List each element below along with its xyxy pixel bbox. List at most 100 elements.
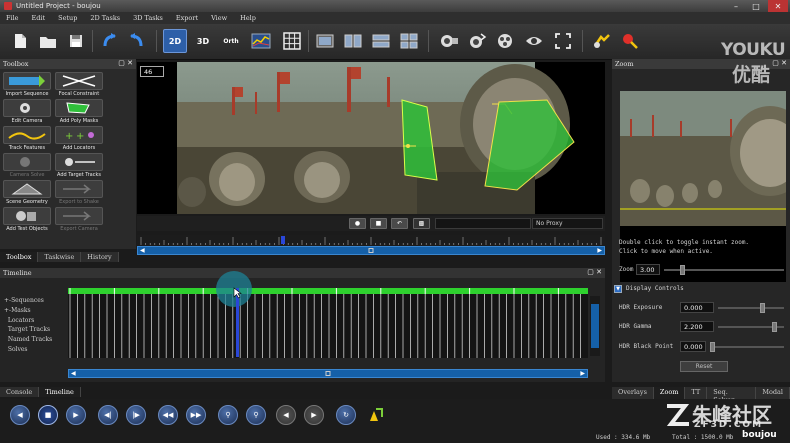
key-back-button[interactable]: ⚲ [218, 405, 238, 425]
camera-tool-1-button[interactable] [437, 29, 461, 53]
prev-disabled-button[interactable]: ◀ [276, 405, 296, 425]
step-back-button[interactable]: ◀| [98, 405, 118, 425]
redo-button[interactable] [124, 29, 148, 53]
menu-2d-tasks[interactable]: 2D Tasks [90, 14, 120, 22]
hdr-black-point-slider[interactable] [710, 346, 784, 348]
key-forward-button[interactable]: ⚲ [246, 405, 266, 425]
view-ortho-button[interactable]: Orth [219, 29, 243, 53]
tab-console[interactable]: Console [0, 387, 40, 397]
tool-focal-constraint[interactable]: Focal Constraint [54, 72, 104, 98]
tool-add-target-tracks[interactable]: Add Target Tracks [54, 153, 104, 179]
layout-single-button[interactable] [313, 29, 337, 53]
step-forward-button[interactable]: |▶ [126, 405, 146, 425]
track-solves[interactable]: Solves [4, 345, 66, 355]
scroll-right-icon[interactable]: ▶ [597, 247, 602, 254]
view-2d-button[interactable]: 2D [163, 29, 187, 53]
timeline-vscroll-thumb[interactable] [591, 304, 599, 348]
go-start-button[interactable]: ◀◀ [158, 405, 178, 425]
scroll-thumb[interactable] [368, 248, 374, 253]
track-locators[interactable]: Locators [4, 316, 66, 326]
menu-export[interactable]: Export [176, 14, 198, 22]
view-3d-button[interactable]: 3D [191, 29, 215, 53]
open-button[interactable] [36, 29, 60, 53]
menu-edit[interactable]: Edit [32, 14, 46, 22]
timeline-close-icon[interactable]: ▢ ✕ [587, 268, 602, 276]
viewer-reload-button[interactable]: ↶ [391, 218, 408, 229]
grid-view-button[interactable] [280, 29, 304, 53]
timeline-scrollbar[interactable]: ◀ ▶ [68, 369, 588, 378]
menu-setup[interactable]: Setup [58, 14, 77, 22]
minimize-button[interactable]: – [726, 0, 746, 12]
layout-stack-button[interactable] [369, 29, 393, 53]
tab-timeline[interactable]: Timeline [39, 387, 81, 397]
tool-add-test-objects[interactable]: Add Test Objects [2, 207, 52, 233]
scroll-left-icon[interactable]: ◀ [140, 247, 145, 254]
hdr-exposure-field[interactable]: 0.000 [680, 302, 714, 313]
display-controls-toggle[interactable]: ▼ [614, 285, 622, 293]
track-named-tracks[interactable]: Named Tracks [4, 335, 66, 345]
timeline-track-area[interactable] [68, 288, 588, 358]
play-reverse-button[interactable]: ◀ [10, 405, 30, 425]
undo-button[interactable] [98, 29, 122, 53]
close-button[interactable]: ✕ [768, 0, 788, 12]
go-end-button[interactable]: ▶▶ [186, 405, 206, 425]
viewer-snapshot-button[interactable]: ■ [370, 218, 387, 229]
tl-scroll-thumb[interactable] [325, 371, 331, 376]
track-sequences[interactable]: +-Sequences [4, 296, 66, 306]
layout-quad-button[interactable] [397, 29, 421, 53]
tool-export-to-shake[interactable]: Export to Shake [54, 180, 104, 206]
hdr-black-point-field[interactable]: 0.000 [680, 341, 706, 352]
camera-tool-4-button[interactable] [522, 29, 546, 53]
camera-tool-3-button[interactable] [493, 29, 517, 53]
proxy-dropdown[interactable]: No Proxy [532, 218, 603, 229]
hdr-exposure-knob[interactable] [760, 303, 765, 313]
maximize-button[interactable]: □ [746, 0, 766, 12]
main-viewport[interactable]: 46 [137, 62, 605, 214]
tool-add-locators[interactable]: + + Add Locators [54, 126, 104, 152]
bookmark-button[interactable] [366, 405, 386, 425]
track-target-tracks[interactable]: Target Tracks [4, 325, 66, 335]
tab-history[interactable]: History [81, 252, 119, 262]
frame-select-button[interactable] [551, 29, 575, 53]
graph-view-button[interactable] [249, 29, 273, 53]
menu-help[interactable]: Help [240, 14, 256, 22]
tool-track-features[interactable]: Track Features [2, 126, 52, 152]
hdr-gamma-field[interactable]: 2.200 [680, 321, 714, 332]
new-file-button[interactable] [8, 29, 32, 53]
tab-taskwise[interactable]: Taskwise [38, 252, 82, 262]
save-button[interactable] [64, 29, 88, 53]
layout-split-button[interactable] [341, 29, 365, 53]
hdr-black-point-knob[interactable] [710, 342, 715, 352]
zoom-value-field[interactable]: 3.00 [636, 264, 660, 275]
tab-toolbox[interactable]: Toolbox [0, 252, 39, 262]
tool-camera-solve[interactable]: Camera Solve [2, 153, 52, 179]
reset-button[interactable]: Reset [680, 361, 728, 372]
locator-pin-button[interactable] [618, 29, 642, 53]
toolbox-close-icon[interactable]: ▢ ✕ [118, 59, 133, 67]
viewer-record-button[interactable]: ● [349, 218, 366, 229]
hdr-exposure-slider[interactable] [718, 307, 784, 309]
tool-scene-geometry[interactable]: Scene Geometry [2, 180, 52, 206]
tracker-tool-button[interactable] [590, 29, 614, 53]
timeline-vscroll[interactable] [590, 296, 600, 356]
hdr-gamma-knob[interactable] [772, 322, 777, 332]
tool-export-camera[interactable]: Export Camera [54, 207, 104, 233]
zoom-close-icon[interactable]: ▢ ✕ [772, 59, 787, 67]
viewer-frame-ruler[interactable] [137, 235, 605, 245]
tl-scroll-left-icon[interactable]: ◀ [71, 370, 76, 377]
tl-scroll-right-icon[interactable]: ▶ [580, 370, 585, 377]
menu-view[interactable]: View [211, 14, 227, 22]
zoom-slider-knob[interactable] [680, 265, 685, 275]
tool-edit-camera[interactable]: Edit Camera [2, 99, 52, 125]
viewer-lock-button[interactable]: ▩ [413, 218, 430, 229]
menu-file[interactable]: File [6, 14, 19, 22]
play-forward-button[interactable]: ▶ [66, 405, 86, 425]
camera-tool-2-button[interactable] [465, 29, 489, 53]
tool-add-poly-masks[interactable]: Add Poly Masks [54, 99, 104, 125]
next-disabled-button[interactable]: ▶ [304, 405, 324, 425]
loop-button[interactable]: ↻ [336, 405, 356, 425]
menu-3d-tasks[interactable]: 3D Tasks [133, 14, 163, 22]
track-masks[interactable]: +-Masks [4, 306, 66, 316]
viewer-scrollbar[interactable]: ◀ ▶ [137, 246, 605, 255]
stop-button[interactable]: ■ [38, 405, 58, 425]
